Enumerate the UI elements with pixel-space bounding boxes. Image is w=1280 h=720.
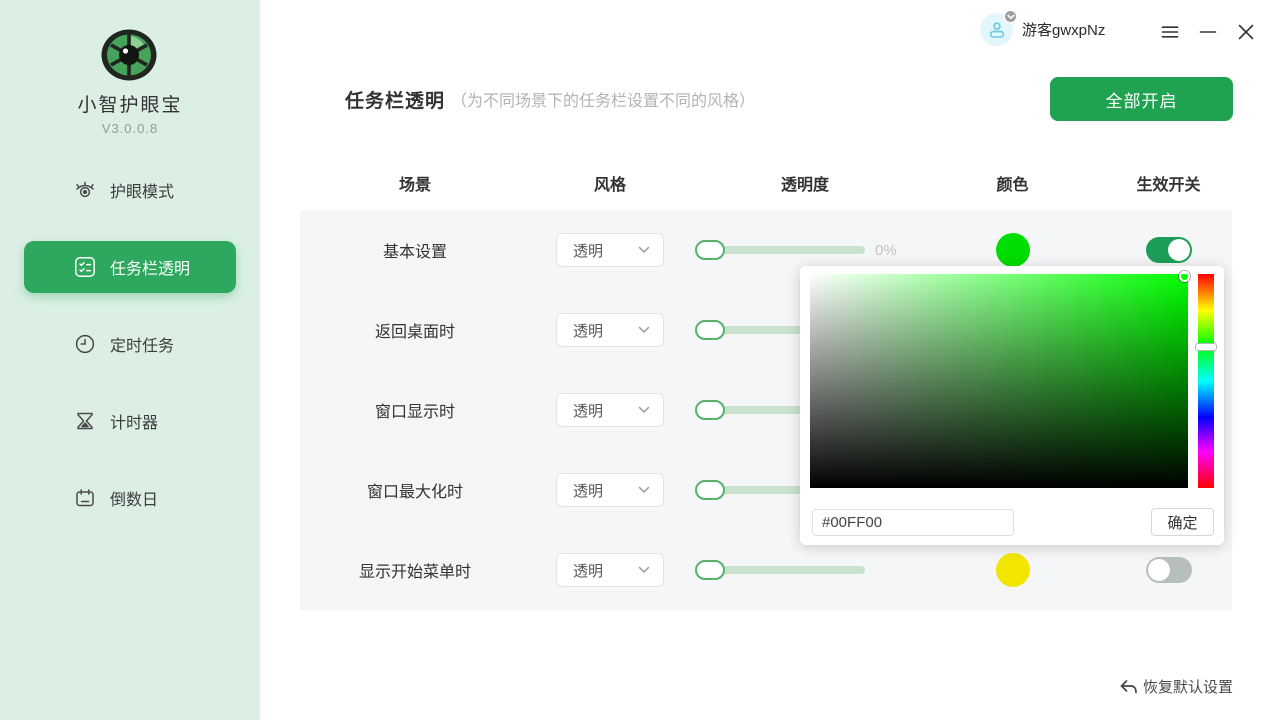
hue-slider[interactable] bbox=[1198, 274, 1214, 488]
sidebar-nav: 护眼模式 任务栏透明 定时任务 bbox=[0, 164, 260, 549]
chevron-down-icon bbox=[638, 486, 650, 494]
sidebar-item-countdown[interactable]: 倒数日 bbox=[24, 472, 236, 524]
page-title: 任务栏透明 bbox=[345, 86, 445, 113]
style-dropdown-value: 透明 bbox=[573, 560, 638, 581]
color-cell bbox=[996, 553, 1030, 587]
column-header-style: 风格 bbox=[594, 171, 626, 195]
scene-label: 显示开始菜单时 bbox=[359, 558, 471, 582]
effect-toggle[interactable] bbox=[1146, 557, 1192, 583]
page-subtitle: （为不同场景下的任务栏设置不同的风格） bbox=[451, 87, 755, 111]
sidebar-item-label: 任务栏透明 bbox=[110, 255, 190, 279]
clock-icon bbox=[74, 333, 96, 355]
restore-defaults-button[interactable]: 恢复默认设置 bbox=[1119, 676, 1233, 697]
menu-icon[interactable] bbox=[1159, 21, 1180, 42]
chevron-down-icon bbox=[638, 566, 650, 574]
scene-label: 基本设置 bbox=[383, 238, 447, 262]
opacity-slider[interactable] bbox=[697, 566, 865, 574]
checklist-icon bbox=[74, 256, 96, 278]
sidebar-item-timer[interactable]: 计时器 bbox=[24, 395, 236, 447]
hue-slider-handle[interactable] bbox=[1195, 343, 1217, 351]
effect-toggle[interactable] bbox=[1146, 237, 1192, 263]
sidebar-item-label: 定时任务 bbox=[110, 332, 174, 356]
color-picker-popup: 确定 bbox=[800, 266, 1224, 545]
style-dropdown[interactable]: 透明 bbox=[556, 393, 664, 427]
toggle-knob bbox=[1148, 559, 1170, 581]
sidebar-item-label: 倒数日 bbox=[110, 486, 158, 510]
sv-cursor[interactable] bbox=[1179, 271, 1190, 282]
style-dropdown-value: 透明 bbox=[573, 240, 638, 261]
chevron-down-icon bbox=[638, 406, 650, 414]
close-icon[interactable] bbox=[1235, 21, 1256, 42]
sidebar-item-scheduled-tasks[interactable]: 定时任务 bbox=[24, 318, 236, 370]
slider-thumb[interactable] bbox=[695, 480, 725, 500]
opacity-cell bbox=[690, 566, 920, 574]
chevron-down-icon bbox=[638, 326, 650, 334]
restore-defaults-label: 恢复默认设置 bbox=[1143, 676, 1233, 697]
slider-thumb[interactable] bbox=[695, 240, 725, 260]
page-header: 任务栏透明 （为不同场景下的任务栏设置不同的风格） bbox=[345, 77, 755, 121]
sidebar-item-label: 护眼模式 bbox=[110, 178, 174, 202]
app-version: V3.0.0.8 bbox=[0, 121, 260, 136]
column-header-color: 颜色 bbox=[996, 171, 1028, 195]
saturation-value-area[interactable] bbox=[810, 274, 1188, 488]
vip-badge-icon bbox=[1003, 9, 1018, 24]
style-dropdown-value: 透明 bbox=[573, 480, 638, 501]
undo-icon bbox=[1119, 679, 1137, 695]
opacity-slider[interactable] bbox=[697, 246, 865, 254]
style-dropdown[interactable]: 透明 bbox=[556, 473, 664, 507]
scene-label: 窗口最大化时 bbox=[367, 478, 463, 502]
column-header-scene: 场景 bbox=[399, 171, 431, 195]
style-dropdown-value: 透明 bbox=[573, 400, 638, 421]
eye-icon bbox=[74, 179, 96, 201]
color-swatch[interactable] bbox=[996, 233, 1030, 267]
hex-color-input[interactable] bbox=[812, 509, 1014, 536]
username: 游客gwxpNz bbox=[1022, 19, 1105, 40]
calendar-icon bbox=[74, 487, 96, 509]
opacity-cell: 0% bbox=[690, 242, 920, 259]
sidebar-item-eye-mode[interactable]: 护眼模式 bbox=[24, 164, 236, 216]
enable-all-button[interactable]: 全部开启 bbox=[1050, 77, 1233, 121]
color-swatch[interactable] bbox=[996, 553, 1030, 587]
table-header: 场景 风格 透明度 颜色 生效开关 bbox=[300, 155, 1232, 210]
switch-cell bbox=[1146, 557, 1192, 583]
chevron-down-icon bbox=[638, 246, 650, 254]
hourglass-icon bbox=[74, 410, 96, 432]
sidebar-item-label: 计时器 bbox=[110, 409, 158, 433]
user-account[interactable]: 游客gwxpNz bbox=[980, 13, 1105, 46]
style-dropdown[interactable]: 透明 bbox=[556, 233, 664, 267]
sidebar: 小智护眼宝 V3.0.0.8 护眼模式 bbox=[0, 0, 260, 720]
app-name: 小智护眼宝 bbox=[0, 90, 260, 117]
slider-thumb[interactable] bbox=[695, 560, 725, 580]
color-cell bbox=[996, 233, 1030, 267]
slider-thumb[interactable] bbox=[695, 400, 725, 420]
app-window: 小智护眼宝 V3.0.0.8 护眼模式 bbox=[0, 0, 1280, 720]
column-header-switch: 生效开关 bbox=[1136, 171, 1200, 195]
scene-label: 返回桌面时 bbox=[375, 318, 455, 342]
app-logo-icon bbox=[100, 28, 158, 82]
opacity-value: 0% bbox=[875, 242, 905, 259]
minimize-icon[interactable] bbox=[1197, 21, 1218, 42]
slider-thumb[interactable] bbox=[695, 320, 725, 340]
scene-label: 窗口显示时 bbox=[375, 398, 455, 422]
toggle-knob bbox=[1168, 239, 1190, 261]
style-dropdown[interactable]: 透明 bbox=[556, 313, 664, 347]
switch-cell bbox=[1146, 237, 1192, 263]
user-avatar bbox=[980, 13, 1013, 46]
confirm-button[interactable]: 确定 bbox=[1151, 508, 1214, 536]
window-controls bbox=[1159, 21, 1256, 42]
style-dropdown-value: 透明 bbox=[573, 320, 638, 341]
style-dropdown[interactable]: 透明 bbox=[556, 553, 664, 587]
sidebar-item-taskbar-transparency[interactable]: 任务栏透明 bbox=[24, 241, 236, 293]
column-header-opacity: 透明度 bbox=[781, 171, 829, 195]
